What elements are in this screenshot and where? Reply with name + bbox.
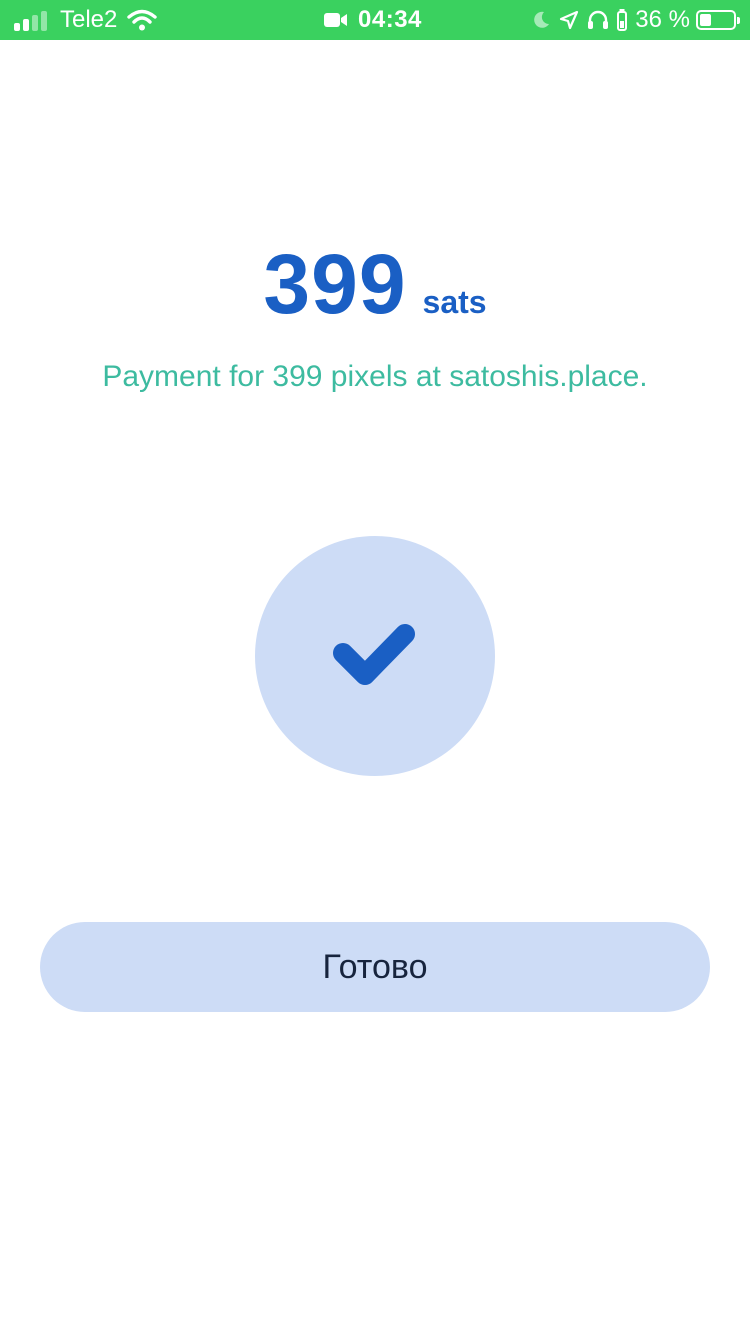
payment-amount: 399 sats [0,236,750,333]
battery-icon [696,10,740,30]
amount-unit: sats [422,284,487,320]
wifi-icon [127,9,158,31]
headphones-icon [587,10,609,30]
cellular-signal-icon [14,9,50,31]
carrier-name: Tele2 [60,6,118,33]
status-bar-right: 36 % [523,0,740,40]
moon-icon [531,10,551,30]
battery-percentage: 36 % [635,6,690,33]
charging-indicator-icon [617,9,628,31]
payment-memo: Payment for 399 pixels at satoshis.place… [102,360,648,393]
success-indicator [255,536,495,776]
status-bar-left: Tele2 [14,0,158,40]
video-camera-icon [324,12,348,28]
status-time: 04:34 [358,6,422,33]
status-bar-center: 04:34 [324,0,422,40]
done-button[interactable]: Готово [40,922,710,1012]
checkmark-icon [333,624,415,685]
status-bar: Tele2 04:34 36 % [0,0,750,40]
amount-value: 399 [263,237,407,331]
location-arrow-icon [559,10,579,30]
